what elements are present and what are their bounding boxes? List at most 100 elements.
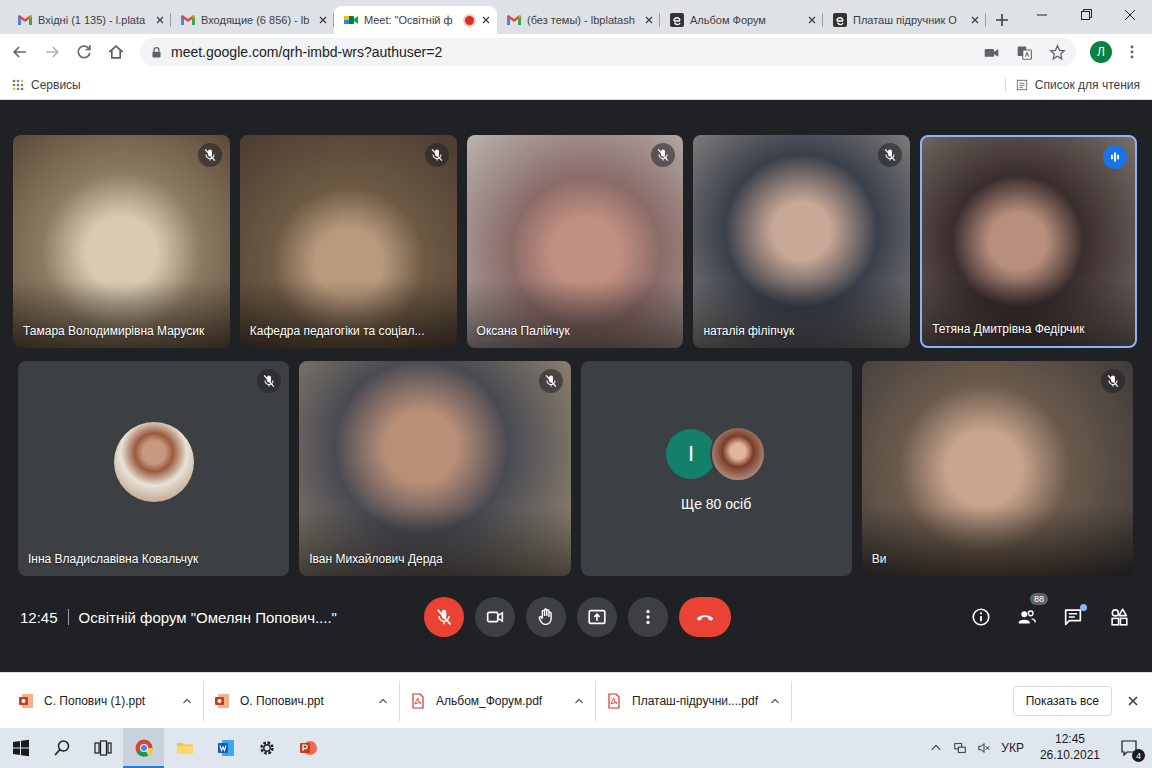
hand-icon xyxy=(535,606,557,628)
taskbar-app[interactable] xyxy=(205,728,246,768)
info-button[interactable] xyxy=(966,602,996,632)
chevron-up-icon[interactable] xyxy=(181,695,193,707)
more-participants[interactable]: ІЩе 80 осіб xyxy=(666,426,766,512)
volume-muted-icon[interactable] xyxy=(977,741,991,755)
clock[interactable]: 12:4526.10.2021 xyxy=(1034,732,1106,763)
address-field[interactable]: meet.google.com/qrh-imbd-wrs?authuser=2 xyxy=(140,38,1076,66)
meeting-title: Освітній форум "Омелян Попович...." xyxy=(79,609,337,626)
taskbar-app[interactable] xyxy=(41,728,82,768)
raise-hand-button[interactable] xyxy=(526,597,566,637)
meeting-area: Тамара Володимирівна МарусикКафедра педа… xyxy=(0,100,1152,672)
participant-tile[interactable]: ІЩе 80 осіб xyxy=(581,361,852,576)
call-controls-bar: 12:45Освітній форум "Омелян Попович...."… xyxy=(0,576,1152,672)
bookmark[interactable]: Сервисы xyxy=(12,78,81,92)
browser-tab[interactable]: (без темы) - lbplatash xyxy=(497,6,660,34)
close-tab-icon[interactable] xyxy=(155,15,165,25)
microphone-button[interactable] xyxy=(424,597,464,637)
camera-icon[interactable] xyxy=(983,44,1000,61)
camera-button[interactable] xyxy=(475,597,515,637)
browser-tab[interactable]: Платаш підручник О xyxy=(823,6,986,34)
participant-tile[interactable]: Кафедра педагогіки та соціал... xyxy=(240,135,457,348)
muted-badge xyxy=(539,369,563,393)
mic-off-icon xyxy=(655,147,671,163)
browser-tab[interactable]: Альбом Форум xyxy=(660,6,823,34)
browser-tab[interactable]: Meet: "Освітній ф xyxy=(334,6,497,34)
chevron-up-icon[interactable] xyxy=(377,695,389,707)
lock-icon[interactable] xyxy=(150,46,163,59)
menu-icon[interactable] xyxy=(1118,38,1146,66)
info-icon xyxy=(970,606,992,628)
participant-tile[interactable]: Тамара Володимирівна Марусик xyxy=(13,135,230,348)
bookmarks-bar: Сервисы Список для чтения xyxy=(0,70,1152,100)
tile-row: Інна Владиславівна КовальчукІван Михайло… xyxy=(0,361,1152,576)
translate-icon[interactable] xyxy=(1016,44,1033,61)
participant-tile[interactable]: наталія філіпчук xyxy=(693,135,910,348)
show-all-button[interactable]: Показать все xyxy=(1013,686,1112,716)
close-tab-icon[interactable] xyxy=(644,15,654,25)
home-icon[interactable] xyxy=(102,38,130,66)
tab-label: Альбом Форум xyxy=(690,14,800,26)
chat-button[interactable] xyxy=(1058,602,1088,632)
more-options-button[interactable] xyxy=(628,597,668,637)
taskbar-app[interactable] xyxy=(287,728,328,768)
search-icon xyxy=(52,738,72,758)
taskbar-app[interactable] xyxy=(246,728,287,768)
reload-icon[interactable] xyxy=(70,38,98,66)
chevron-up-icon[interactable] xyxy=(573,695,585,707)
tab-label: Входящие (6 856) - lb xyxy=(201,14,311,26)
browser-tab[interactable]: Вхідні (1 135) - l.plata xyxy=(8,6,171,34)
chevron-up-icon[interactable] xyxy=(769,695,781,707)
tab-list: Вхідні (1 135) - l.plata Входящие (6 856)… xyxy=(0,6,1020,34)
show-hidden-icons-icon[interactable] xyxy=(929,741,943,755)
taskbar-app[interactable] xyxy=(82,728,123,768)
forward-icon[interactable] xyxy=(38,38,66,66)
close-window-icon[interactable] xyxy=(1108,0,1152,30)
close-icon[interactable] xyxy=(1126,694,1140,708)
participants-button[interactable]: 88 xyxy=(1012,602,1042,632)
tab-label: (без темы) - lbplatash xyxy=(527,14,637,26)
download-item[interactable]: С. Попович (1).ppt xyxy=(8,681,204,721)
participant-tile[interactable]: Ви xyxy=(862,361,1133,576)
close-tab-icon[interactable] xyxy=(970,15,980,25)
bookmark-star-icon[interactable] xyxy=(1049,44,1066,61)
screen: Вхідні (1 135) - l.plata Входящие (6 856)… xyxy=(0,0,1152,768)
download-item[interactable]: О. Попович.ppt xyxy=(204,681,400,721)
download-item[interactable]: Альбом_Форум.pdf xyxy=(400,681,596,721)
gmail-icon xyxy=(180,12,196,28)
present-button[interactable] xyxy=(577,597,617,637)
meet-icon xyxy=(343,12,359,28)
input-language[interactable]: УКР xyxy=(1001,741,1024,755)
taskbar-app[interactable] xyxy=(123,728,164,768)
participant-tile[interactable]: Тетяна Дмитрівна Федірчик xyxy=(920,135,1137,348)
windows-logo-icon xyxy=(11,738,31,758)
muted-badge xyxy=(425,143,449,167)
muted-badge xyxy=(257,369,281,393)
taskbar-app[interactable] xyxy=(164,728,205,768)
download-item[interactable]: Платаш-підручни....pdf xyxy=(596,681,792,721)
call-controls xyxy=(424,597,731,637)
restore-icon[interactable] xyxy=(1064,0,1108,30)
close-tab-icon[interactable] xyxy=(807,15,817,25)
network-icon[interactable] xyxy=(953,741,967,755)
taskbar-app[interactable] xyxy=(0,728,41,768)
participant-tile[interactable]: Інна Владиславівна Ковальчук xyxy=(18,361,289,576)
new-tab-icon[interactable] xyxy=(994,12,1010,28)
back-icon[interactable] xyxy=(6,38,34,66)
clock-time: 12:45 xyxy=(1055,732,1085,748)
system-tray: УКР 12:4526.10.2021 4 xyxy=(929,728,1152,768)
notification-count: 4 xyxy=(1132,749,1145,762)
reading-list[interactable]: Список для чтения xyxy=(1005,78,1140,92)
close-tab-icon[interactable] xyxy=(318,15,328,25)
notifications-button[interactable]: 4 xyxy=(1116,735,1142,761)
participant-tile[interactable]: Іван Михайлович Дерда xyxy=(299,361,570,576)
activities-button[interactable] xyxy=(1104,602,1134,632)
leave-call-button[interactable] xyxy=(679,597,731,637)
muted-badge xyxy=(651,143,675,167)
participant-tile[interactable]: Оксана Палійчук xyxy=(467,135,684,348)
browser-tab[interactable]: Входящие (6 856) - lb xyxy=(171,6,334,34)
minimize-icon[interactable] xyxy=(1020,0,1064,30)
mic-off-icon xyxy=(261,373,277,389)
taskbar-apps xyxy=(0,728,328,768)
profile-avatar[interactable]: Л xyxy=(1090,41,1112,63)
close-tab-icon[interactable] xyxy=(481,15,491,25)
